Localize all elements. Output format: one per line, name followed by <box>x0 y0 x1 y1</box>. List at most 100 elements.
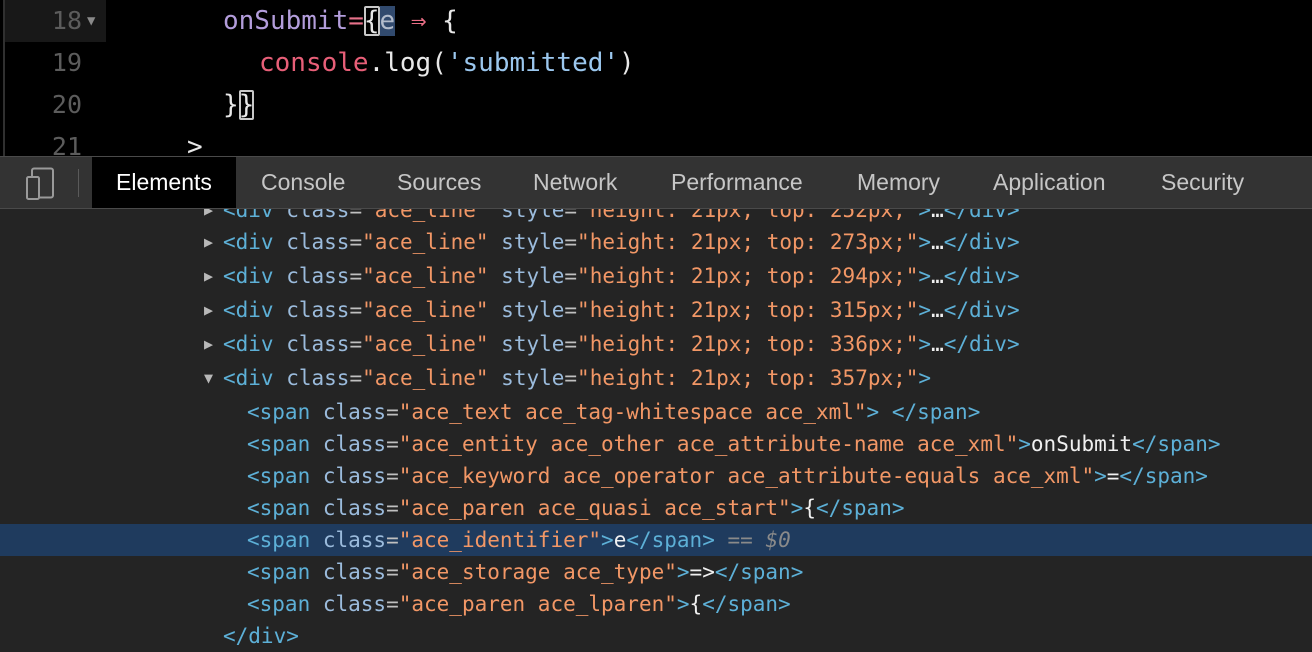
elements-panel: ▶ <div class="ace_line" style="height: 21… <box>0 209 1312 652</box>
markup-token: "ace_identifier" <box>398 528 602 552</box>
markup-token: style <box>488 264 565 288</box>
code-token: } <box>223 90 239 120</box>
markup-token: style <box>488 298 565 322</box>
markup-token: class <box>273 332 350 356</box>
markup-token: class <box>310 560 387 584</box>
code-token: = <box>348 6 364 36</box>
markup-token: class <box>310 432 387 456</box>
line-code: onSubmit={e ⇒ { <box>223 0 458 42</box>
tab-security[interactable]: Security <box>1161 157 1244 208</box>
markup-token: = <box>564 209 578 222</box>
expand-triangle-icon[interactable]: ▶ <box>204 226 213 258</box>
tab-network[interactable]: Network <box>533 157 617 208</box>
markup-token: "height: 21px; top: 294px;" <box>577 264 919 288</box>
markup-token: style <box>488 230 565 254</box>
markup-token: > <box>601 528 614 552</box>
dom-node[interactable]: ▶ <div class="ace_line" style="height: 21… <box>0 226 1312 258</box>
markup-token: = <box>564 332 578 356</box>
fold-arrow-icon[interactable]: ▼ <box>87 0 95 42</box>
dom-node[interactable]: <span class="ace_keyword ace_operator ac… <box>0 460 1312 492</box>
markup-token: { <box>803 496 816 520</box>
dom-node[interactable]: ▶ <div class="ace_line" style="height: 21… <box>0 260 1312 292</box>
markup-token: </span> <box>702 592 791 616</box>
markup-token: <span <box>247 464 311 488</box>
markup-token: </span> <box>626 528 715 552</box>
dom-node[interactable]: ▼ <div class="ace_line" style="height: 21… <box>0 362 1312 394</box>
dom-node-markup: <span class="ace_paren ace_quasi ace_sta… <box>247 492 905 524</box>
tab-performance[interactable]: Performance <box>671 157 803 208</box>
expand-triangle-icon[interactable]: ▶ <box>204 209 213 226</box>
markup-token: = <box>386 592 399 616</box>
markup-token: class <box>273 209 350 222</box>
markup-token: </div> <box>943 298 1020 322</box>
markup-token: = <box>349 366 363 390</box>
markup-token: </span> <box>1132 432 1221 456</box>
dom-node[interactable]: ▶ <div class="ace_line" style="height: 21… <box>0 209 1312 226</box>
dom-node-markup: <span class="ace_text ace_tag-whitespace… <box>247 396 980 428</box>
markup-token: > <box>866 400 880 424</box>
collapse-triangle-icon[interactable]: ▼ <box>204 362 213 394</box>
dom-node[interactable]: ▶ <div class="ace_line" style="height: 21… <box>0 294 1312 326</box>
markup-token: class <box>310 528 387 552</box>
tab-console[interactable]: Console <box>261 157 345 208</box>
markup-token: = <box>349 298 363 322</box>
dom-node-markup: <span class="ace_paren ace_lparen">{</sp… <box>247 588 791 620</box>
markup-token: class <box>273 264 350 288</box>
markup-token: = <box>386 432 399 456</box>
dom-node[interactable]: ▶ <div class="ace_line" style="height: 21… <box>0 328 1312 360</box>
code-editor[interactable]: 18 ▼ onSubmit={e ⇒ {19 console.log('submitt… <box>0 0 1312 156</box>
markup-token: <div <box>223 230 274 254</box>
dom-node-markup: <span class="ace_keyword ace_operator ac… <box>247 460 1208 492</box>
markup-token: … <box>931 332 944 356</box>
dom-node[interactable]: <span class="ace_paren ace_quasi ace_sta… <box>0 492 1312 524</box>
line-number: 21 <box>51 132 82 156</box>
expand-triangle-icon[interactable]: ▶ <box>204 260 213 292</box>
markup-token: "ace_paren ace_lparen" <box>398 592 677 616</box>
markup-token: { <box>689 592 703 616</box>
markup-token: "ace_line" <box>362 209 489 222</box>
dom-node-selected[interactable]: <span class="ace_identifier">e</span> ==… <box>0 524 1312 556</box>
dom-node[interactable]: <span class="ace_text ace_tag-whitespace… <box>0 396 1312 428</box>
markup-token: > <box>918 298 932 322</box>
markup-token: = <box>349 230 363 254</box>
markup-token: class <box>310 400 387 424</box>
expand-triangle-icon[interactable]: ▶ <box>204 328 213 360</box>
dom-node[interactable]: <span class="ace_paren ace_lparen">{</sp… <box>0 588 1312 620</box>
markup-token: e <box>613 528 627 552</box>
expand-triangle-icon[interactable]: ▶ <box>204 294 213 326</box>
device-toolbar-icon[interactable] <box>22 167 62 201</box>
markup-token: … <box>931 209 944 222</box>
markup-token: <div <box>223 366 274 390</box>
tab-sources[interactable]: Sources <box>397 157 481 208</box>
tab-elements[interactable]: Elements <box>92 157 236 208</box>
dom-node[interactable]: <span class="ace_storage ace_type">=></s… <box>0 556 1312 588</box>
markup-token: "ace_keyword ace_operator ace_attribute-… <box>398 464 1095 488</box>
markup-token: </span> <box>891 400 981 424</box>
dom-node-markup: </div> <box>223 620 299 652</box>
dom-node[interactable]: <span class="ace_entity ace_other ace_at… <box>0 428 1312 460</box>
markup-token: "ace_entity ace_other ace_attribute-name… <box>398 432 1019 456</box>
markup-token: "height: 21px; top: 273px;" <box>577 230 919 254</box>
markup-token: = <box>349 264 363 288</box>
code-token: ⇒ <box>395 6 443 36</box>
markup-token: </span> <box>1119 464 1208 488</box>
tab-memory[interactable]: Memory <box>857 157 940 208</box>
dom-node-markup: <span class="ace_storage ace_type">=></s… <box>247 556 803 588</box>
code-token: console <box>259 48 369 78</box>
line-number: 18 <box>51 6 82 35</box>
markup-token: "height: 21px; top: 315px;" <box>577 298 919 322</box>
tab-application[interactable]: Application <box>993 157 1106 208</box>
markup-token: = <box>386 400 399 424</box>
markup-token: <span <box>247 528 311 552</box>
markup-token: = <box>349 209 363 222</box>
code-token: onSubmit <box>223 6 349 36</box>
dom-node[interactable]: </div> <box>0 620 1312 652</box>
markup-token: style <box>488 209 565 222</box>
markup-token: "height: 21px; top: 336px;" <box>577 332 919 356</box>
markup-token: = <box>349 332 363 356</box>
markup-token: = <box>1106 464 1120 488</box>
markup-token: = <box>564 366 578 390</box>
markup-token: </div> <box>223 624 299 648</box>
dom-node-markup: <span class="ace_identifier">e</span> ==… <box>247 524 791 556</box>
markup-token: <span <box>247 432 311 456</box>
